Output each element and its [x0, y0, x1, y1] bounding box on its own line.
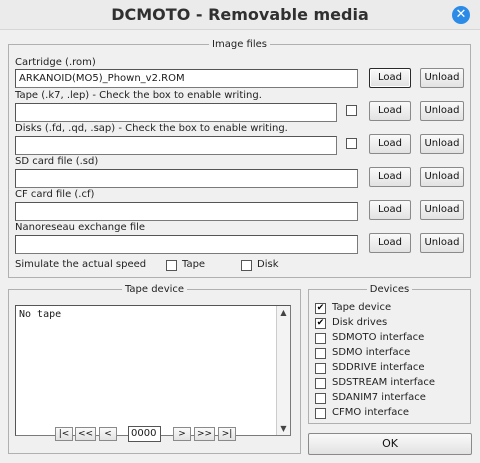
cf-card-load-button[interactable]: Load — [369, 200, 411, 220]
tape-path-field[interactable] — [15, 103, 337, 122]
disks-write-checkbox[interactable] — [346, 138, 357, 149]
cf-card-unload-button[interactable]: Unload — [420, 200, 464, 220]
speed-disk-label: Disk — [257, 259, 279, 270]
tape-rewind-button[interactable]: < — [99, 427, 117, 441]
tape-content-area: No tape — [15, 305, 291, 436]
sd-card-path-field[interactable] — [15, 169, 358, 188]
disks-unload-button[interactable]: Unload — [420, 134, 464, 154]
cf-card-path-field[interactable] — [15, 202, 358, 221]
tape-content-scrollbar[interactable]: ▲ ▼ — [276, 306, 290, 435]
tape-forward-fast-button[interactable]: >> — [194, 427, 215, 441]
tape-unload-button[interactable]: Unload — [420, 101, 464, 121]
scroll-down-icon[interactable]: ▼ — [277, 424, 290, 433]
cartridge-load-button[interactable]: Load — [369, 68, 411, 88]
devices-legend: Devices — [369, 284, 410, 295]
tape-write-checkbox[interactable] — [346, 105, 357, 116]
nanoreseau-unload-button[interactable]: Unload — [420, 233, 464, 253]
nanoreseau-load-button[interactable]: Load — [369, 233, 411, 253]
device-tape-checkbox[interactable]: ✔ — [315, 303, 326, 314]
image-files-legend: Image files — [212, 39, 267, 50]
device-sdstream-label: SDSTREAM interface — [332, 377, 436, 388]
tape-device-legend: Tape device — [124, 284, 185, 295]
device-sdstream-checkbox[interactable] — [315, 378, 326, 389]
device-cfmo-label: CFMO interface — [332, 407, 410, 418]
disks-path-field[interactable] — [15, 136, 337, 155]
window-title: DCMOTO - Removable media — [111, 5, 369, 24]
nanoreseau-label: Nanoreseau exchange file — [15, 222, 146, 233]
device-sddrive-label: SDDRIVE interface — [332, 362, 425, 373]
device-sdmoto-checkbox[interactable] — [315, 333, 326, 344]
simulate-speed-label: Simulate the actual speed — [15, 259, 147, 270]
device-sdanim7-label: SDANIM7 interface — [332, 392, 426, 403]
device-cfmo-checkbox[interactable] — [315, 408, 326, 419]
speed-tape-checkbox[interactable] — [166, 260, 177, 271]
close-icon[interactable]: ✕ — [452, 6, 470, 24]
tape-content-text: No tape — [19, 309, 62, 320]
device-sdmo-checkbox[interactable] — [315, 348, 326, 359]
speed-tape-label: Tape — [182, 259, 206, 270]
tape-load-button[interactable]: Load — [369, 101, 411, 121]
device-sdmo-label: SDMO interface — [332, 347, 411, 358]
cf-card-label: CF card file (.cf) — [15, 189, 95, 200]
tape-label: Tape (.k7, .lep) - Check the box to enab… — [15, 90, 262, 101]
device-sddrive-checkbox[interactable] — [315, 363, 326, 374]
disks-label: Disks (.fd, .qd, .sap) - Check the box t… — [15, 123, 288, 134]
sd-card-label: SD card file (.sd) — [15, 156, 99, 167]
nanoreseau-path-field[interactable] — [15, 235, 358, 254]
disks-load-button[interactable]: Load — [369, 134, 411, 154]
cartridge-path-field[interactable]: ARKANOID(MO5)_Phown_v2.ROM — [15, 69, 358, 88]
title-bar: DCMOTO - Removable media ✕ — [0, 0, 480, 30]
tape-counter-field[interactable]: 0000 — [128, 426, 161, 442]
device-sdanim7-checkbox[interactable] — [315, 393, 326, 404]
device-sdmoto-label: SDMOTO interface — [332, 332, 425, 343]
device-disk-checkbox[interactable]: ✔ — [315, 318, 326, 329]
speed-disk-checkbox[interactable] — [241, 260, 252, 271]
tape-rewind-fast-button[interactable]: << — [75, 427, 96, 441]
device-disk-label: Disk drives — [332, 317, 388, 328]
cartridge-label: Cartridge (.rom) — [15, 57, 96, 68]
scroll-up-icon[interactable]: ▲ — [277, 308, 290, 317]
sd-card-unload-button[interactable]: Unload — [420, 167, 464, 187]
device-tape-label: Tape device — [332, 302, 392, 313]
cartridge-unload-button[interactable]: Unload — [420, 68, 464, 88]
tape-first-button[interactable]: |< — [55, 427, 73, 441]
tape-last-button[interactable]: >| — [218, 427, 236, 441]
tape-forward-button[interactable]: > — [173, 427, 191, 441]
ok-button[interactable]: OK — [308, 433, 472, 455]
sd-card-load-button[interactable]: Load — [369, 167, 411, 187]
